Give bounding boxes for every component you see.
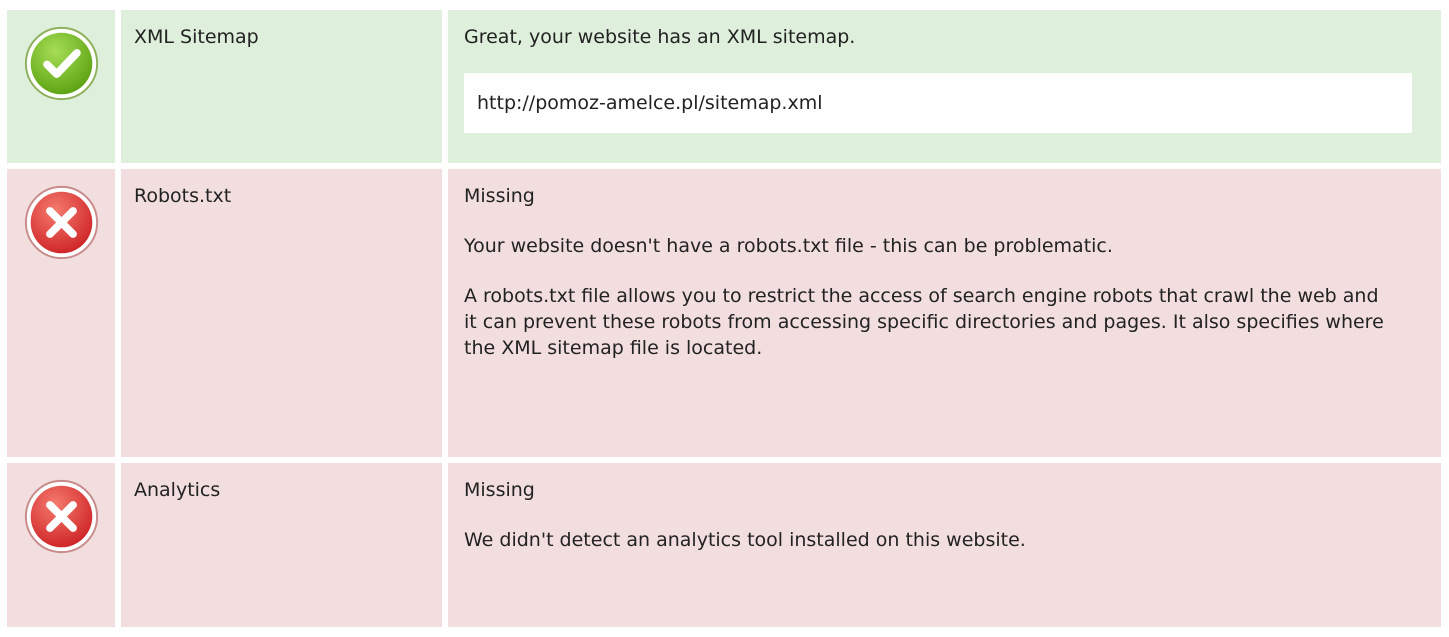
check-row-robots-txt: Robots.txt Missing Your website doesn't … [7,169,1441,457]
check-name: XML Sitemap [134,26,259,48]
check-name-cell: Robots.txt [121,169,442,457]
check-name-cell: XML Sitemap [121,10,442,163]
check-result-cell: Missing We didn't detect an analytics to… [448,463,1441,627]
x-circle-icon [24,185,98,260]
result-details: A robots.txt file allows you to restrict… [464,285,1384,359]
check-name-cell: Analytics [121,463,442,627]
check-row-xml-sitemap: XML Sitemap Great, your website has an X… [7,10,1441,163]
check-row-analytics: Analytics Missing We didn't detect an an… [7,463,1441,627]
status-label: Missing [464,185,535,207]
check-name: Analytics [134,479,221,501]
sitemap-url[interactable]: http://pomoz-amelce.pl/sitemap.xml [464,73,1412,133]
result-message: We didn't detect an analytics tool insta… [464,529,1026,551]
seo-report: XML Sitemap Great, your website has an X… [7,10,1441,627]
result-message: Great, your website has an XML sitemap. [464,26,856,48]
status-cell [7,10,115,163]
result-message: Your website doesn't have a robots.txt f… [464,235,1113,257]
check-name: Robots.txt [134,185,232,207]
status-cell [7,169,115,457]
check-result-cell: Great, your website has an XML sitemap. … [448,10,1441,163]
check-circle-icon [24,26,98,101]
x-circle-icon [24,479,98,554]
status-cell [7,463,115,627]
check-result-cell: Missing Your website doesn't have a robo… [448,169,1441,457]
status-label: Missing [464,479,535,501]
